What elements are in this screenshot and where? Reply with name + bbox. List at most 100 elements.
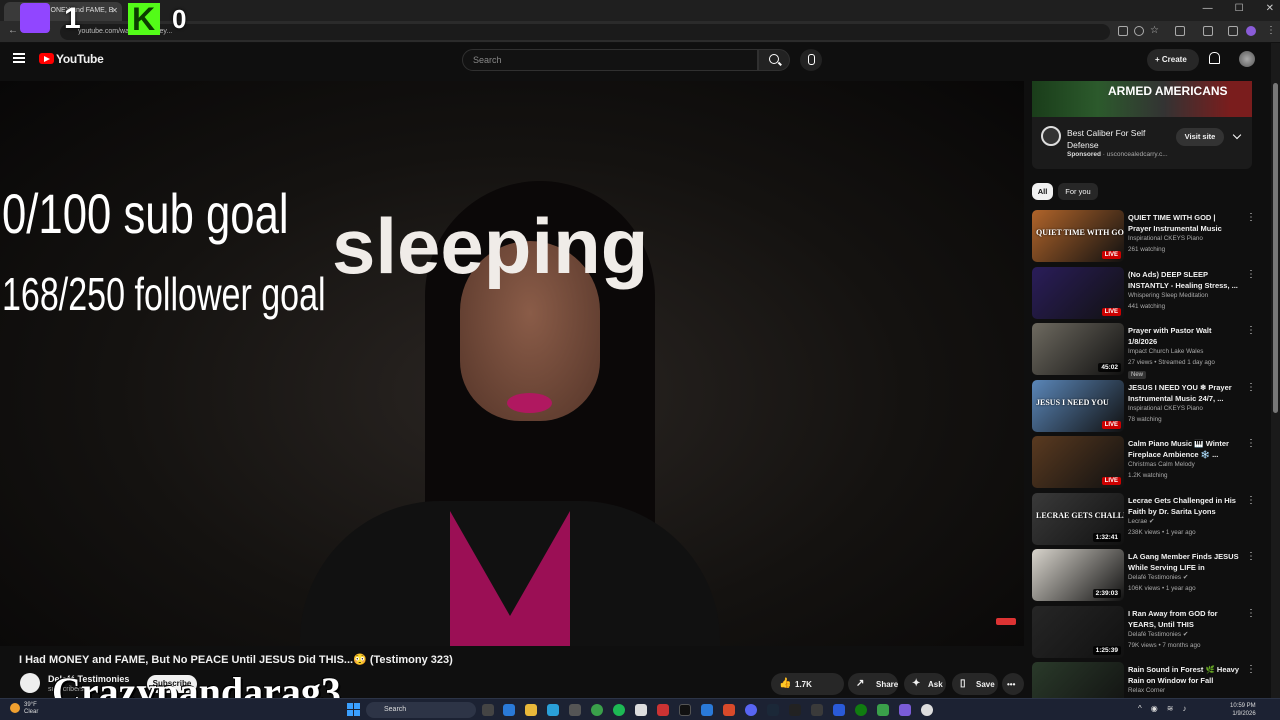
video-thumbnail[interactable]: LIVE: [1032, 436, 1124, 488]
video-thumbnail[interactable]: 45:02: [1032, 323, 1124, 375]
chevron-up-icon[interactable]: ^: [1138, 704, 1142, 713]
search-input[interactable]: Search: [462, 49, 758, 71]
recommendation-title[interactable]: JESUS I NEED YOU ❄ Prayer Instrumental M…: [1128, 382, 1240, 404]
app-icon[interactable]: [569, 704, 581, 716]
recommendation-channel[interactable]: Delafé Testimonies ✔: [1128, 574, 1188, 581]
app-icon[interactable]: [635, 704, 647, 716]
recommendation-channel[interactable]: Lecrae ✔: [1128, 518, 1154, 525]
recommendation-channel[interactable]: Delafé Testimonies ✔: [1128, 631, 1188, 638]
file-explorer-icon[interactable]: [525, 704, 537, 716]
weather-widget[interactable]: 39°F Clear: [10, 702, 38, 716]
extensions-icon[interactable]: [1175, 26, 1185, 36]
visit-site-button[interactable]: Visit site: [1176, 128, 1224, 146]
recommendation-item[interactable]: 1:25:39 I Ran Away from GOD for YEARS, Un…: [1032, 605, 1257, 663]
recommendation-item[interactable]: 2:39:03 LA Gang Member Finds JESUS While …: [1032, 549, 1257, 606]
more-options-icon[interactable]: ⋮: [1246, 438, 1256, 449]
like-button[interactable]: 👍 1.7K: [771, 673, 844, 695]
cast-icon[interactable]: [1118, 26, 1128, 36]
create-button[interactable]: + Create: [1147, 49, 1199, 71]
profile-icon[interactable]: [1246, 26, 1256, 36]
recommendation-channel[interactable]: Whispering Sleep Meditation: [1128, 292, 1208, 299]
volume-icon[interactable]: ♪: [1182, 704, 1186, 713]
recommendation-title[interactable]: Lecrae Gets Challenged in His Faith by D…: [1128, 495, 1240, 517]
recommendation-title[interactable]: Calm Piano Music 🎹 Winter Fireplace Ambi…: [1128, 438, 1240, 460]
video-thumbnail[interactable]: LECRAE GETS CHALLENG 1:32:41: [1032, 492, 1124, 545]
hamburger-menu-icon[interactable]: [13, 53, 25, 63]
recommendation-item[interactable]: 45:02 Prayer with Pastor Walt 1/8/2026 Imp…: [1032, 323, 1257, 380]
taskbar-clock[interactable]: 10:59 PM 1/9/2026: [1230, 702, 1256, 718]
steam-icon[interactable]: [767, 704, 779, 716]
video-thumbnail[interactable]: 2:39:03: [1032, 549, 1124, 601]
ask-button[interactable]: ✦ Ask: [904, 673, 946, 695]
recommendation-channel[interactable]: Christmas Calm Melody: [1128, 461, 1195, 468]
ad-title[interactable]: Best Caliber For Self Defense: [1067, 127, 1177, 151]
more-options-icon[interactable]: ⋮: [1246, 212, 1256, 223]
chrome-icon[interactable]: [591, 704, 603, 716]
recommendation-item[interactable]: JESUS I NEED YOU LIVE JESUS I NEED YOU ❄ P…: [1032, 379, 1257, 437]
edge-icon[interactable]: [503, 704, 515, 716]
video-player[interactable]: 0/100 sub goal 168/250 follower goal sle…: [0, 81, 1024, 646]
recommendation-title[interactable]: I Ran Away from GOD for YEARS, Until THI…: [1128, 608, 1240, 630]
video-thumbnail[interactable]: 1:25:39: [1032, 605, 1124, 658]
url-field[interactable]: youtube.com/watch?v=...bey...: [60, 24, 1110, 40]
more-options-icon[interactable]: ⋮: [1246, 382, 1256, 393]
recommendation-channel[interactable]: Inspirational CKEYS Piano: [1128, 405, 1203, 412]
app-icon[interactable]: [811, 704, 823, 716]
chip-for-you[interactable]: For you: [1058, 183, 1098, 200]
obs-icon[interactable]: [921, 704, 933, 716]
windows-start-icon[interactable]: [347, 703, 360, 716]
xbox-icon[interactable]: [855, 704, 867, 716]
app-icon[interactable]: [833, 704, 845, 716]
recommendation-channel[interactable]: Inspirational CKEYS Piano: [1128, 235, 1203, 242]
app-icon[interactable]: [657, 704, 669, 716]
recommendation-channel[interactable]: Relax Corner: [1128, 687, 1165, 694]
sidebar-icon[interactable]: [1203, 26, 1213, 36]
app-icon[interactable]: [701, 704, 713, 716]
close-window-icon[interactable]: ✕: [1266, 3, 1274, 14]
tab-close-icon[interactable]: ✕: [111, 6, 118, 15]
video-thumbnail[interactable]: QUIET TIME WITH GOD LIVE: [1032, 210, 1124, 262]
voice-search-icon[interactable]: [800, 49, 822, 71]
recommendation-channel[interactable]: Impact Church Lake Wales: [1128, 348, 1203, 355]
notifications-bell-icon[interactable]: [1209, 52, 1220, 64]
bookmark-star-icon[interactable]: ☆: [1150, 25, 1159, 36]
youtube-logo-icon[interactable]: [39, 53, 54, 64]
recommendation-title[interactable]: QUIET TIME WITH GOD | Prayer Instrumenta…: [1128, 212, 1240, 234]
scrollbar[interactable]: [1271, 43, 1280, 698]
kick-app-icon[interactable]: [789, 704, 801, 716]
recommendation-item[interactable]: LECRAE GETS CHALLENG 1:32:41 Lecrae Gets C…: [1032, 492, 1257, 550]
back-icon[interactable]: ←: [8, 25, 18, 36]
share-button[interactable]: ↗ Share: [848, 673, 898, 695]
youtube-wordmark[interactable]: YouTube: [56, 52, 104, 66]
maximize-icon[interactable]: ☐: [1235, 3, 1244, 14]
more-options-icon[interactable]: ⋮: [1246, 551, 1256, 562]
search-button[interactable]: [758, 49, 790, 71]
more-options-icon[interactable]: ⋮: [1246, 325, 1256, 336]
download-icon[interactable]: [1228, 26, 1238, 36]
store-icon[interactable]: [547, 704, 559, 716]
task-view-icon[interactable]: [482, 704, 494, 716]
recommendation-item[interactable]: QUIET TIME WITH GOD LIVE QUIET TIME WITH G…: [1032, 210, 1257, 267]
minimize-icon[interactable]: —: [1203, 3, 1213, 14]
chip-all[interactable]: All: [1032, 183, 1053, 200]
more-options-icon[interactable]: ⋮: [1246, 495, 1256, 506]
spotify-icon[interactable]: [613, 704, 625, 716]
network-icon[interactable]: ◉: [1151, 704, 1158, 713]
recommendation-title[interactable]: (No Ads) DEEP SLEEP INSTANTLY - Healing …: [1128, 269, 1240, 291]
video-thumbnail[interactable]: LIVE: [1032, 266, 1124, 319]
recommendation-title[interactable]: Prayer with Pastor Walt 1/8/2026: [1128, 325, 1240, 347]
video-thumbnail[interactable]: JESUS I NEED YOU LIVE: [1032, 379, 1124, 432]
more-actions-button[interactable]: •••: [1002, 673, 1024, 695]
recommendation-item[interactable]: LIVE (No Ads) DEEP SLEEP INSTANTLY - Heal…: [1032, 266, 1257, 324]
wifi-icon[interactable]: ≋: [1167, 704, 1174, 713]
app-icon[interactable]: [877, 704, 889, 716]
discord-icon[interactable]: [745, 704, 757, 716]
app-icon[interactable]: [899, 704, 911, 716]
avatar[interactable]: [1239, 51, 1255, 67]
zoom-icon[interactable]: [1134, 26, 1144, 36]
tiktok-icon[interactable]: [679, 704, 691, 716]
recommendation-item[interactable]: LIVE Calm Piano Music 🎹 Winter Fireplace …: [1032, 436, 1257, 493]
channel-avatar[interactable]: [20, 673, 40, 693]
save-button[interactable]: ▯ Save: [952, 673, 998, 695]
more-options-icon[interactable]: ⋮: [1246, 269, 1256, 280]
